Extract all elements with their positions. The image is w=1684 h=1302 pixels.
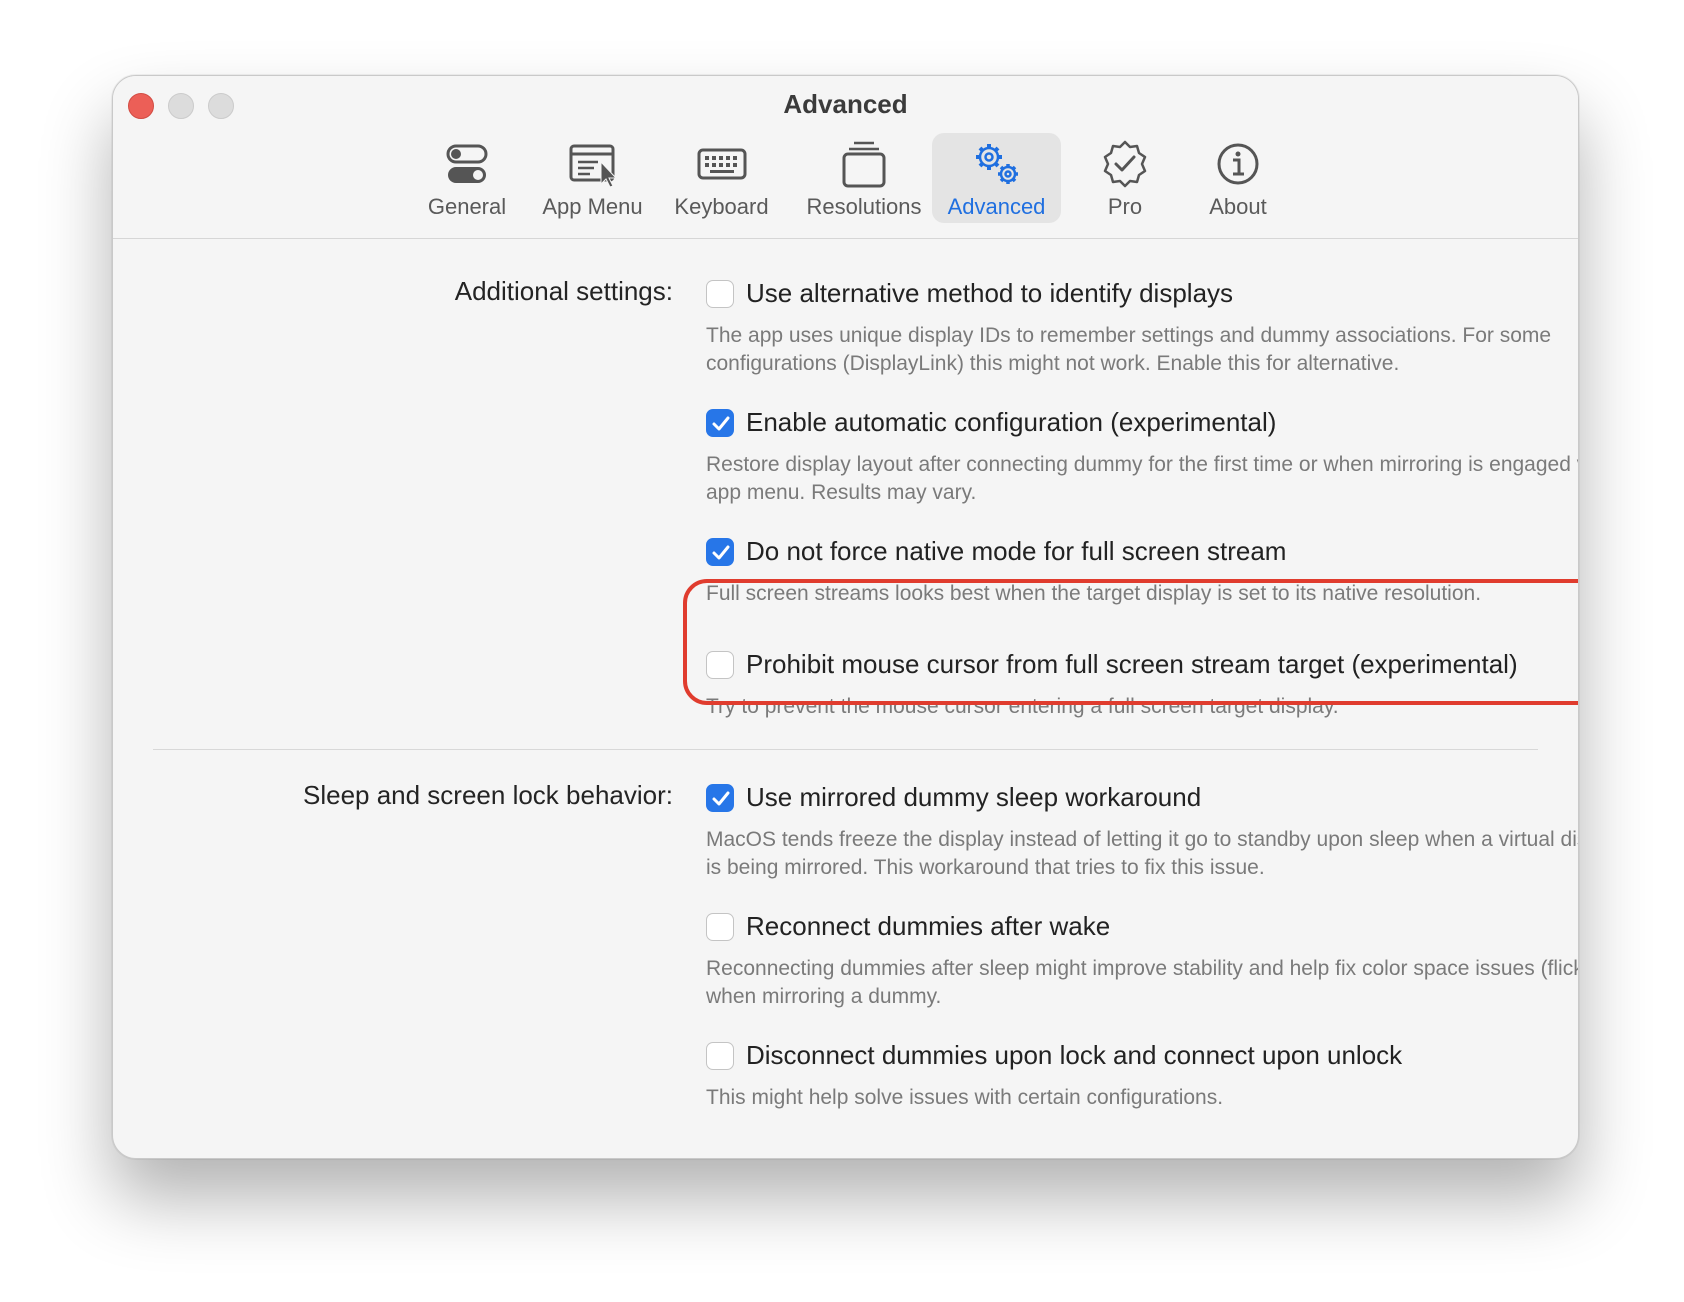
- option-description: Try to prevent the mouse cursor entering…: [706, 695, 1339, 718]
- option-label: Prohibit mouse cursor from full screen s…: [746, 649, 1518, 679]
- checkbox-disconnect-on-lock[interactable]: [706, 1042, 734, 1070]
- section-label-sleep: Sleep and screen lock behavior:: [302, 780, 673, 810]
- gears-icon: [975, 144, 1018, 184]
- checkbox-prohibit-mouse-cursor[interactable]: [706, 651, 734, 679]
- window-title: Advanced: [783, 89, 908, 119]
- preferences-window: Advanced General App Menu Keyboard Resol…: [112, 75, 1579, 1159]
- tab-advanced[interactable]: Advanced: [932, 133, 1061, 223]
- tab-keyboard[interactable]: Keyboard: [664, 133, 779, 223]
- keyboard-icon: [697, 148, 746, 180]
- verified-badge-icon: [1103, 140, 1147, 188]
- checkmark-icon: [712, 791, 730, 806]
- tab-resolutions[interactable]: Resolutions: [793, 133, 935, 223]
- option-description: Full screen streams looks best when the …: [706, 582, 1482, 605]
- option-label: Use mirrored dummy sleep workaround: [746, 782, 1202, 812]
- info-icon: [1217, 143, 1259, 185]
- checkbox-mirrored-sleep-workaround[interactable]: [706, 784, 734, 812]
- app-menu-icon: [569, 144, 617, 188]
- tab-general[interactable]: General: [417, 133, 517, 223]
- option-label: Disconnect dummies upon lock and connect…: [746, 1040, 1403, 1070]
- option-description: MacOS tends freeze the display instead o…: [706, 828, 1579, 879]
- option-description: Restore display layout after connecting …: [706, 453, 1579, 504]
- checkbox-no-force-native-mode[interactable]: [706, 538, 734, 566]
- option-label: Do not force native mode for full screen…: [746, 536, 1287, 566]
- option-description: Reconnecting dummies after sleep might i…: [706, 957, 1579, 1008]
- option-label: Enable automatic configuration (experime…: [746, 407, 1277, 437]
- checkbox-automatic-configuration[interactable]: [706, 409, 734, 437]
- option-label: Use alternative method to identify displ…: [746, 278, 1234, 308]
- tab-pro[interactable]: Pro: [1075, 133, 1175, 223]
- resolutions-icon: [842, 141, 886, 188]
- section-label-additional: Additional settings:: [454, 276, 673, 306]
- checkmark-icon: [712, 545, 730, 560]
- option-description: This might help solve issues with certai…: [706, 1086, 1224, 1109]
- option-label: Reconnect dummies after wake: [746, 911, 1111, 941]
- checkbox-alternative-identify[interactable]: [706, 280, 734, 308]
- section-divider: [153, 749, 1538, 750]
- tab-app-menu[interactable]: App Menu: [530, 133, 655, 223]
- checkbox-reconnect-after-wake[interactable]: [706, 913, 734, 941]
- switches-icon: [446, 144, 488, 183]
- title-bar: Advanced General App Menu Keyboard Resol…: [113, 76, 1578, 239]
- option-description: The app uses unique display IDs to remem…: [706, 324, 1552, 375]
- checkmark-icon: [712, 416, 730, 431]
- tab-about[interactable]: About: [1188, 133, 1288, 223]
